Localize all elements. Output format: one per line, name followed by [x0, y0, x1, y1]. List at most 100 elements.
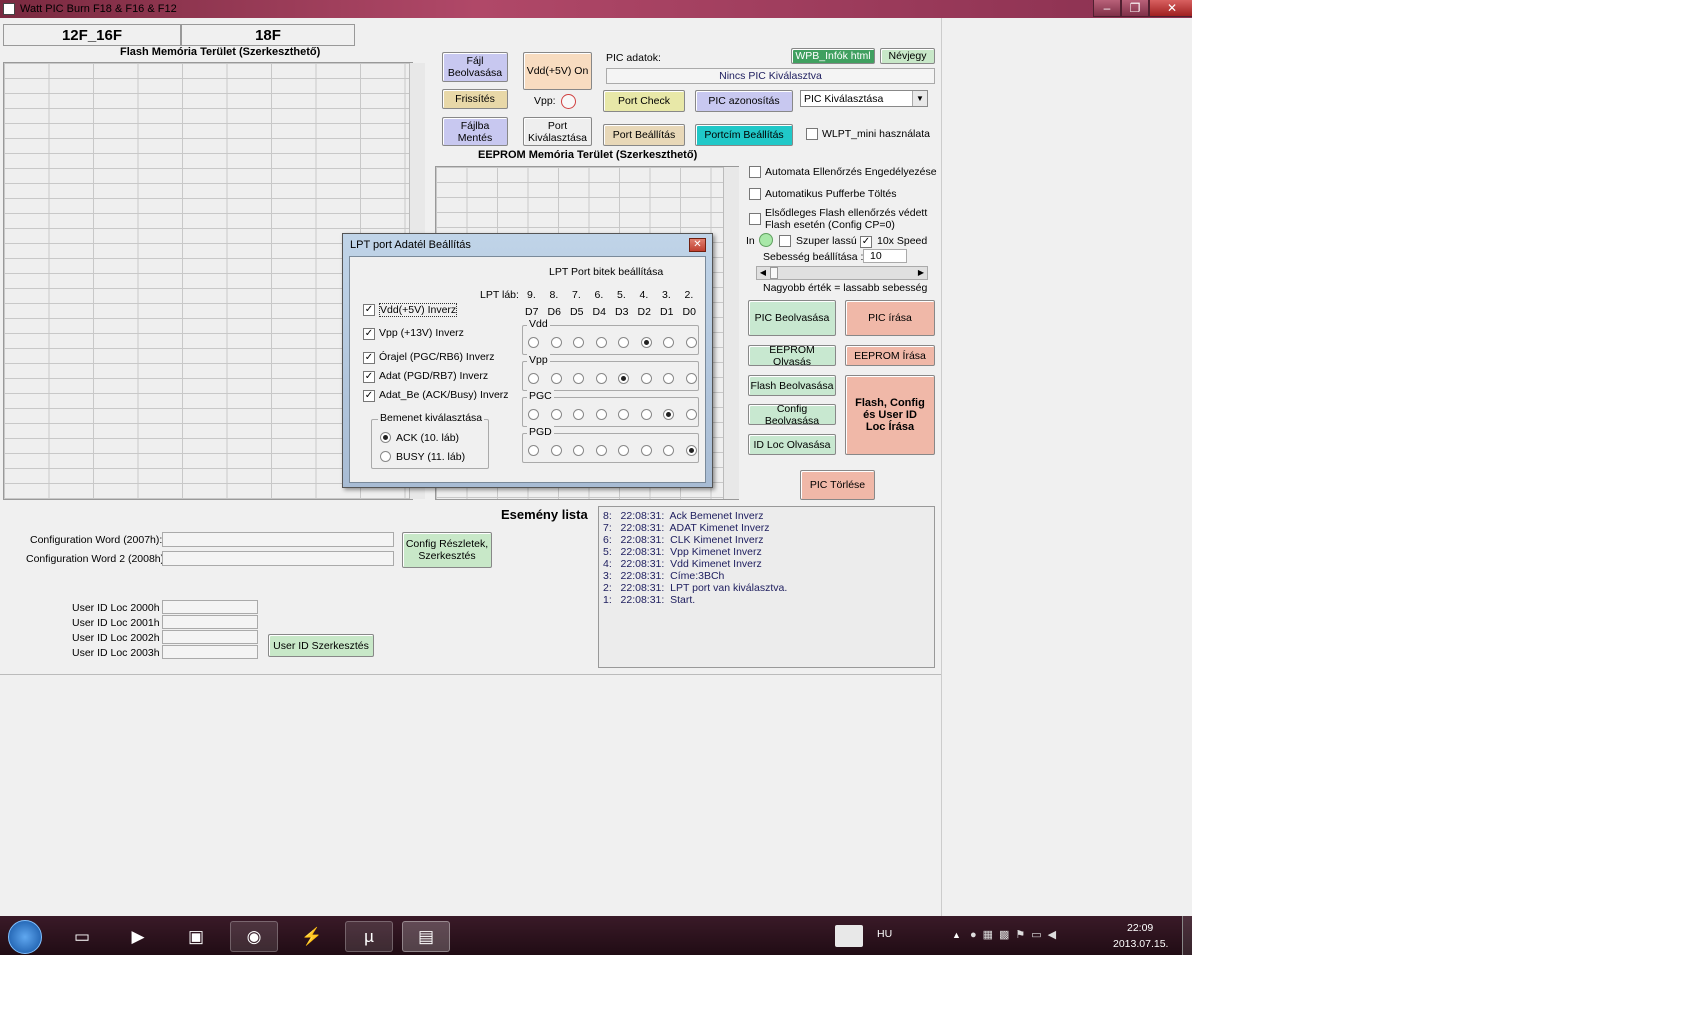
- bit-radio[interactable]: [550, 445, 562, 456]
- bit-radio[interactable]: [685, 337, 697, 348]
- invert-checkbox[interactable]: ✓: [363, 370, 375, 383]
- busy-radio[interactable]: [380, 451, 391, 465]
- userid-2002-field[interactable]: [162, 630, 258, 644]
- firefox-icon[interactable]: ◉: [230, 921, 278, 952]
- chevron-down-icon[interactable]: ▼: [912, 91, 927, 106]
- bit-radio[interactable]: [663, 409, 674, 420]
- port-check-button[interactable]: Port Check: [603, 90, 685, 112]
- wpb-info-button[interactable]: WPB_Infók html: [791, 48, 875, 64]
- pic-id-button[interactable]: PIC azonosítás: [695, 90, 793, 112]
- start-button[interactable]: [8, 920, 42, 954]
- bit-radio[interactable]: [528, 409, 539, 420]
- bit-radio[interactable]: [550, 409, 562, 420]
- vdd-on-button[interactable]: Vdd(+5V) On: [523, 52, 592, 90]
- port-settings-button[interactable]: Port Beállítás: [603, 124, 685, 146]
- wlpt-checkbox[interactable]: [806, 128, 818, 143]
- save-file-button[interactable]: Fájlba Mentés: [442, 117, 508, 146]
- bit-radio[interactable]: [595, 409, 607, 420]
- super-slow-checkbox[interactable]: [779, 235, 791, 250]
- events-list[interactable]: 8: 22:08:31: Ack Bemenet Inverz 7: 22:08…: [598, 506, 935, 668]
- file-read-button[interactable]: Fájl Beolvasása: [442, 52, 508, 82]
- bit-radio[interactable]: [640, 409, 652, 420]
- port-address-button[interactable]: Portcím Beállítás: [695, 124, 793, 146]
- handwriting-icon[interactable]: [835, 925, 863, 947]
- bit-radio[interactable]: [618, 373, 629, 384]
- bit-radio[interactable]: [663, 373, 674, 384]
- auto-buffer-checkbox[interactable]: [749, 188, 761, 203]
- clock-time[interactable]: 22:09: [1127, 922, 1153, 934]
- config-read-button[interactable]: Config Beolvasása: [748, 403, 836, 427]
- utorrent-icon[interactable]: µ: [345, 921, 393, 952]
- invert-checkbox[interactable]: ✓: [363, 351, 375, 364]
- dialog-close-icon[interactable]: ✕: [689, 238, 706, 252]
- port-select-button[interactable]: Port Kiválasztása: [523, 117, 592, 146]
- auto-verify-checkbox[interactable]: [749, 166, 761, 181]
- bit-radio[interactable]: [685, 373, 697, 384]
- lightning-app-icon[interactable]: ⚡: [288, 921, 336, 952]
- tab-12f-16f[interactable]: 12F_16F: [3, 24, 181, 46]
- idloc-read-button[interactable]: ID Loc Olvasása: [748, 434, 836, 455]
- pic-erase-button[interactable]: PIC Törlése: [800, 470, 875, 500]
- invert-checkbox[interactable]: ✓: [363, 303, 375, 316]
- bit-radio[interactable]: [640, 445, 652, 456]
- tab-18f[interactable]: 18F: [181, 24, 355, 46]
- chevron-right-icon[interactable]: ▶: [915, 267, 927, 279]
- speed-slider[interactable]: ◀ ▶: [756, 266, 928, 280]
- refresh-button[interactable]: Frissítés: [442, 89, 508, 109]
- bit-radio[interactable]: [528, 373, 539, 384]
- bit-radio[interactable]: [595, 337, 607, 348]
- bit-radio[interactable]: [595, 373, 607, 384]
- bit-radio[interactable]: [573, 409, 584, 420]
- flash-read-button[interactable]: Flash Beolvasása: [748, 375, 836, 396]
- invert-checkbox[interactable]: ✓: [363, 327, 375, 340]
- bit-radio[interactable]: [573, 337, 584, 348]
- bit-radio[interactable]: [595, 445, 607, 456]
- language-indicator[interactable]: HU: [877, 928, 892, 940]
- bit-radio[interactable]: [573, 445, 584, 456]
- tray-arrow-icon[interactable]: ▲: [952, 930, 961, 940]
- bit-radio[interactable]: [663, 337, 674, 348]
- userid-2003-field[interactable]: [162, 645, 258, 659]
- bit-radio[interactable]: [573, 373, 584, 384]
- eeprom-scrollbar[interactable]: [723, 167, 739, 499]
- bit-radio[interactable]: [618, 409, 629, 420]
- clock-date[interactable]: 2013.07.15.: [1113, 938, 1168, 950]
- eeprom-read-button[interactable]: EEPROM Olvasás: [748, 344, 836, 368]
- maximize-button[interactable]: ❐: [1121, 0, 1149, 17]
- close-button[interactable]: ✕: [1149, 0, 1192, 17]
- bit-radio[interactable]: [528, 337, 539, 348]
- bit-radio[interactable]: [640, 373, 652, 384]
- chevron-left-icon[interactable]: ◀: [757, 267, 769, 279]
- speed-input[interactable]: 10: [863, 249, 907, 263]
- primary-flash-checkbox[interactable]: [749, 213, 761, 228]
- config-details-button[interactable]: Config Részletek, Szerkesztés: [402, 532, 492, 568]
- slider-thumb[interactable]: [770, 267, 778, 279]
- bit-radio[interactable]: [663, 445, 674, 456]
- eeprom-write-button[interactable]: EEPROM Írása: [845, 345, 935, 366]
- minimize-button[interactable]: –: [1093, 0, 1121, 17]
- show-desktop-button[interactable]: [1182, 916, 1192, 955]
- media-player-icon[interactable]: ▶: [114, 921, 162, 952]
- ack-radio[interactable]: [380, 432, 391, 446]
- picburn-app-icon[interactable]: ▤: [402, 921, 450, 952]
- tray-icons[interactable]: ●▦▩⚑▭◀: [970, 928, 1100, 942]
- bit-radio[interactable]: [685, 445, 697, 456]
- bit-radio[interactable]: [618, 445, 629, 456]
- config-word-1-field[interactable]: [162, 532, 394, 547]
- bit-radio[interactable]: [550, 337, 562, 348]
- userid-2000-field[interactable]: [162, 600, 258, 614]
- pic-select-dropdown[interactable]: PIC Kiválasztása ▼: [800, 90, 928, 107]
- save-icon[interactable]: ▣: [172, 921, 220, 952]
- bit-radio[interactable]: [550, 373, 562, 384]
- bit-radio[interactable]: [528, 445, 539, 456]
- explorer-icon[interactable]: ▭: [58, 921, 106, 952]
- flash-config-write-button[interactable]: Flash, Config és User ID Loc Írása: [845, 375, 935, 455]
- bit-radio[interactable]: [640, 337, 652, 348]
- bit-radio[interactable]: [618, 337, 629, 348]
- pic-read-button[interactable]: PIC Beolvasása: [748, 300, 836, 336]
- config-word-2-field[interactable]: [162, 551, 394, 566]
- bit-radio[interactable]: [685, 409, 697, 420]
- pic-write-button[interactable]: PIC írása: [845, 300, 935, 336]
- invert-checkbox[interactable]: ✓: [363, 389, 375, 402]
- about-button[interactable]: Névjegy: [880, 48, 935, 64]
